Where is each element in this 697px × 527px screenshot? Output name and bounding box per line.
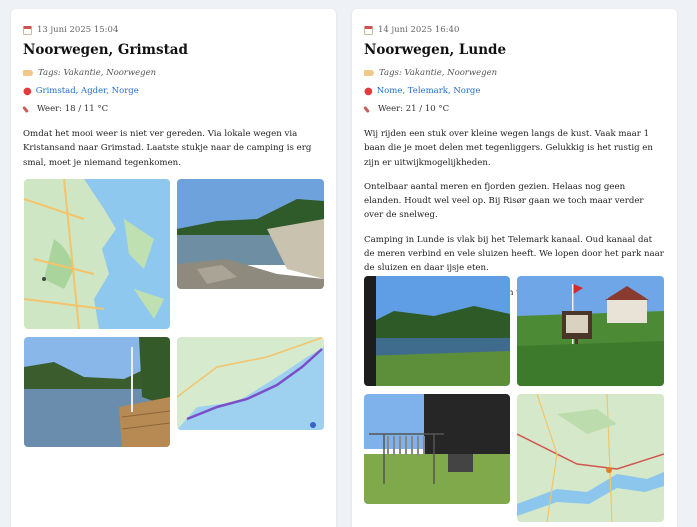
entry-tags: Tags: Vakantie, Noorwegen <box>364 67 665 79</box>
entry-datetime: 13 juni 2025 15:04 <box>23 24 324 36</box>
entry-datetime: 14 juni 2025 16:40 <box>364 24 665 36</box>
photo-flag-sign[interactable] <box>517 276 664 386</box>
entry-body: Wij rijden een stuk over kleine wegen la… <box>364 127 665 300</box>
entry-location: ● Grimstad, Agder, Norge <box>23 85 324 97</box>
journal-entry-card: 13 juni 2025 15:04 Noorwegen, Grimstad T… <box>11 9 336 527</box>
photo-lake-rocks[interactable] <box>177 179 324 289</box>
tags-text: Tags: Vakantie, Noorwegen <box>38 68 157 78</box>
tag-icon <box>364 70 374 76</box>
entry-location: ● Nome, Telemark, Norge <box>364 85 665 97</box>
thermometer-icon <box>364 105 373 114</box>
calendar-icon <box>23 25 32 35</box>
entry-paragraph: Camping in Lunde is vlak bij het Telemar… <box>364 234 664 274</box>
photo-canal-map[interactable] <box>517 394 664 522</box>
photo-map-grimstad[interactable] <box>24 179 170 329</box>
entry-title: Noorwegen, Lunde <box>364 42 507 58</box>
calendar-icon <box>364 25 373 35</box>
entry-paragraph: Wij rijden een stuk over kleine wegen la… <box>364 129 653 168</box>
tags-text: Tags: Vakantie, Noorwegen <box>379 68 498 78</box>
entry-paragraph: Ontelbaar aantal meren en fjorden gezien… <box>364 181 644 221</box>
photo-harbor-pier[interactable] <box>24 337 170 447</box>
tag-icon <box>23 70 33 76</box>
entry-weather: Weer: 21 / 10 °C <box>364 103 665 115</box>
photo-drying-rack[interactable] <box>364 394 510 504</box>
thermometer-icon <box>23 105 32 114</box>
entry-tags: Tags: Vakantie, Noorwegen <box>23 67 324 79</box>
journal-entry-card: 14 juni 2025 16:40 Noorwegen, Lunde Tags… <box>352 9 677 527</box>
entry-paragraph: Omdat het mooi weer is niet ver gereden.… <box>23 129 312 168</box>
location-pin-icon: ● <box>23 85 32 97</box>
datetime-text: 14 juni 2025 16:40 <box>378 25 460 35</box>
entry-weather: Weer: 18 / 11 °C <box>23 103 324 115</box>
datetime-text: 13 juni 2025 15:04 <box>37 25 119 35</box>
photo-lake-forest[interactable] <box>364 276 510 386</box>
entry-body: Omdat het mooi weer is niet ver gereden.… <box>23 127 324 170</box>
photo-route-map[interactable] <box>177 337 324 430</box>
location-link[interactable]: Grimstad, Agder, Norge <box>36 86 139 96</box>
weather-text: Weer: 18 / 11 °C <box>37 104 109 114</box>
location-pin-icon: ● <box>364 85 373 97</box>
weather-text: Weer: 21 / 10 °C <box>378 104 450 114</box>
location-link[interactable]: Nome, Telemark, Norge <box>377 86 481 96</box>
entry-title: Noorwegen, Grimstad <box>23 42 188 58</box>
